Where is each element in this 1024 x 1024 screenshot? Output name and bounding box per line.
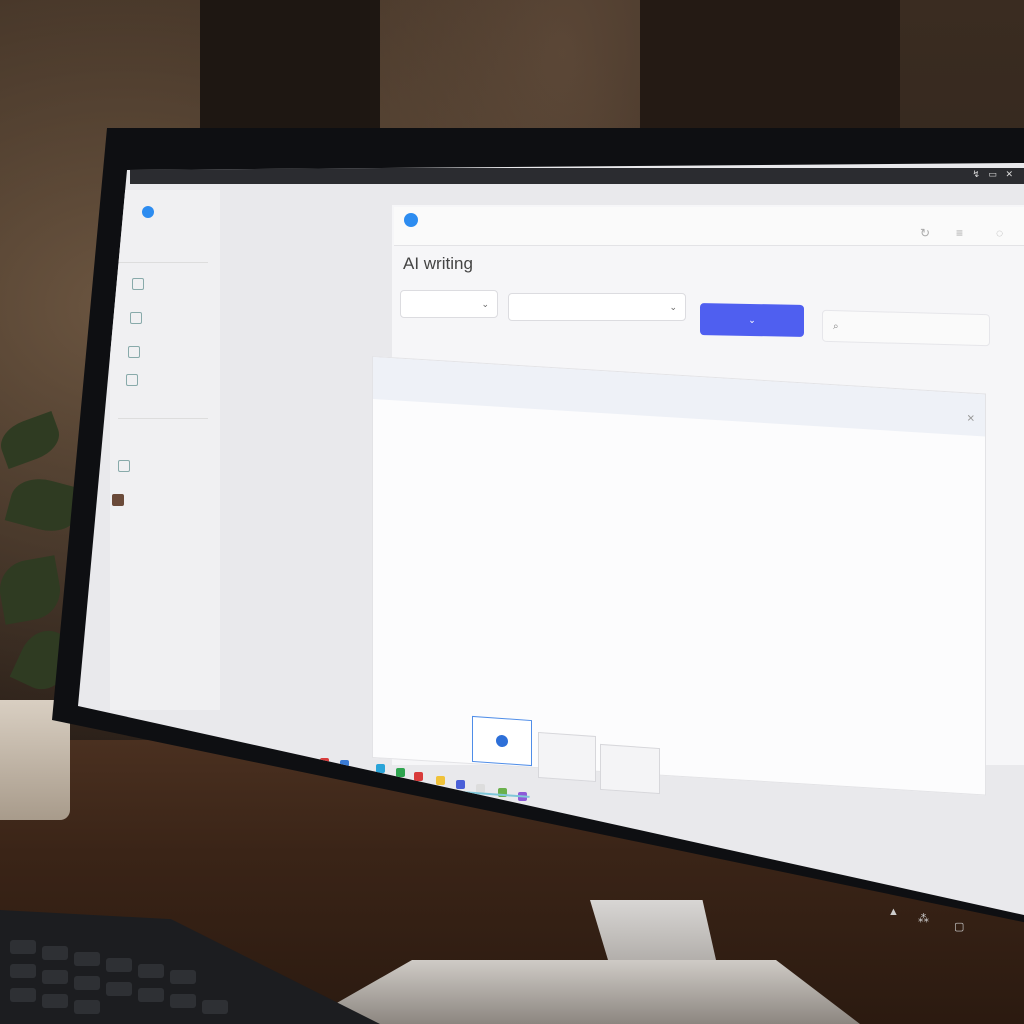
sidebar-profile[interactable] bbox=[112, 494, 124, 506]
taskbar-app-icon[interactable] bbox=[376, 764, 385, 773]
keyboard-key bbox=[42, 994, 68, 1008]
document-icon bbox=[130, 312, 142, 324]
bezel-button-icon[interactable]: ▲ bbox=[888, 906, 899, 918]
taskbar-app-icon[interactable] bbox=[436, 776, 445, 785]
pen-icon bbox=[132, 278, 144, 290]
keyboard-key bbox=[138, 964, 164, 978]
keyboard-key bbox=[42, 946, 68, 960]
app-logo-icon[interactable] bbox=[404, 213, 418, 227]
sidebar-item[interactable] bbox=[128, 346, 140, 358]
tone-select[interactable]: ⌄ bbox=[400, 290, 498, 318]
refresh-icon[interactable]: ↻ bbox=[920, 226, 930, 240]
page-title: AI writing bbox=[403, 254, 473, 273]
keyboard-key bbox=[106, 958, 132, 972]
list-icon bbox=[126, 374, 138, 386]
chevron-down-icon: ⌄ bbox=[669, 301, 677, 312]
sidebar-logo[interactable] bbox=[142, 206, 154, 218]
keyboard-key bbox=[10, 940, 36, 954]
chevron-down-icon: ⌄ bbox=[748, 314, 756, 325]
sidebar-item[interactable] bbox=[118, 460, 130, 472]
chat-icon[interactable]: ◌ bbox=[996, 226, 1003, 240]
sidebar-divider bbox=[118, 262, 208, 263]
user-icon bbox=[118, 460, 130, 472]
sidebar-item[interactable] bbox=[130, 312, 142, 324]
keyboard-key bbox=[42, 970, 68, 984]
bezel-button-icon[interactable]: ⁂ bbox=[918, 912, 929, 925]
taskbar-app-icon[interactable] bbox=[396, 768, 405, 777]
taskbar-app-icon[interactable] bbox=[414, 772, 423, 781]
os-topbar bbox=[130, 168, 1024, 184]
keyboard-key bbox=[10, 964, 36, 978]
sidebar bbox=[110, 190, 220, 710]
keyboard-key bbox=[10, 988, 36, 1002]
power-icon[interactable]: ▢ bbox=[954, 920, 964, 933]
keyboard-key bbox=[138, 988, 164, 1002]
g-icon bbox=[496, 734, 508, 748]
editor[interactable]: ✕ bbox=[372, 356, 986, 796]
chevron-down-icon: ⌄ bbox=[481, 298, 489, 309]
secondary-action-button[interactable] bbox=[538, 731, 596, 783]
keyboard-key bbox=[170, 994, 196, 1008]
google-docs-button[interactable] bbox=[472, 715, 532, 767]
keyboard-key bbox=[170, 970, 196, 984]
search-input[interactable]: ⌕ bbox=[822, 309, 990, 347]
keyboard-key bbox=[202, 1000, 228, 1014]
taskbar-app-icon[interactable] bbox=[456, 780, 465, 789]
menu-icon[interactable]: ≡ bbox=[956, 226, 963, 240]
keyboard-key bbox=[74, 976, 100, 990]
sidebar-divider bbox=[118, 418, 208, 419]
generate-button[interactable]: ⌄ bbox=[700, 303, 804, 337]
search-icon: ⌕ bbox=[833, 320, 839, 332]
keyboard-key bbox=[74, 1000, 100, 1014]
app-logo-icon bbox=[142, 206, 154, 218]
style-select[interactable]: ⌄ bbox=[508, 293, 686, 321]
close-icon[interactable]: ✕ bbox=[967, 413, 975, 425]
keyboard-key bbox=[74, 952, 100, 966]
tertiary-action-button[interactable] bbox=[600, 743, 660, 795]
os-topbar-icons[interactable]: ↯ ▭ ✕ bbox=[972, 169, 1016, 180]
avatar bbox=[112, 494, 124, 506]
sidebar-item[interactable] bbox=[126, 374, 138, 386]
sidebar-item[interactable] bbox=[132, 278, 144, 290]
keyboard-key bbox=[106, 982, 132, 996]
image-icon bbox=[128, 346, 140, 358]
